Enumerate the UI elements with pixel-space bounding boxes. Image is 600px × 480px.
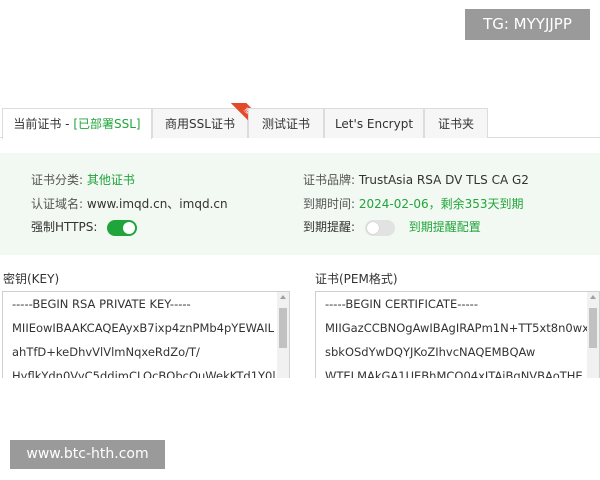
tab-current-cert[interactable]: 当前证书 - [已部署SSL] bbox=[2, 108, 152, 139]
key-scrollbar[interactable] bbox=[277, 292, 289, 380]
cert-line: MIIGazCCBNOgAwIBAgIRAPm1N+TT5xt8n0wx bbox=[325, 321, 589, 335]
cert-line: sbkOSdYwDQYJKoZIhvcNAQEMBQAw bbox=[325, 345, 536, 359]
cert-line: -----BEGIN CERTIFICATE----- bbox=[325, 297, 478, 311]
cert-expire-row: 到期时间: 2024-02-06，剩余353天到期 bbox=[303, 195, 524, 213]
expire-reminder-label: 到期提醒: bbox=[303, 220, 356, 234]
key-line: ahTfD+keDhvVlVlmNqxeRdZo/T/ bbox=[12, 345, 200, 359]
tab-commercial-ssl-label: 商用SSL证书 bbox=[165, 117, 235, 131]
cert-scroll-thumb[interactable] bbox=[589, 308, 597, 348]
tab-cert-folder[interactable]: 证书夹 bbox=[424, 108, 488, 138]
tab-test-cert-label: 测试证书 bbox=[261, 117, 310, 131]
cert-expire-value: 2024-02-06，剩余353天到期 bbox=[358, 197, 524, 211]
scroll-up-icon[interactable] bbox=[590, 295, 596, 299]
ssl-tab-bar: 当前证书 - [已部署SSL] 商用SSL证书 推荐 测试证书 Let's En… bbox=[0, 103, 600, 139]
key-line: MIIEowIBAAKCAQEAyxB7ixp4znPMb4pYEWAIL bbox=[12, 321, 274, 335]
cert-category-value: 其他证书 bbox=[86, 173, 135, 187]
reminder-config-link[interactable]: 到期提醒配置 bbox=[409, 220, 481, 234]
cert-expire-label: 到期时间: bbox=[303, 197, 356, 211]
tab-cert-folder-label: 证书夹 bbox=[437, 117, 474, 131]
key-textarea[interactable]: -----BEGIN RSA PRIVATE KEY----- MIIEowIB… bbox=[2, 291, 290, 381]
tab-commercial-ssl[interactable]: 商用SSL证书 推荐 bbox=[152, 103, 257, 138]
cert-info-panel: 证书分类: 其他证书 证书品牌: TrustAsia RSA DV TLS CA… bbox=[0, 153, 600, 255]
expire-reminder-toggle[interactable] bbox=[364, 219, 395, 236]
tab-test-cert[interactable]: 测试证书 bbox=[248, 108, 324, 138]
force-https-row: 强制HTTPS: bbox=[31, 218, 138, 236]
tab-lets-encrypt[interactable]: Let's Encrypt bbox=[324, 108, 424, 138]
force-https-label: 强制HTTPS: bbox=[31, 220, 98, 234]
cert-pem-textarea[interactable]: -----BEGIN CERTIFICATE----- MIIGazCCBNOg… bbox=[315, 291, 600, 381]
cert-brand-label: 证书品牌: bbox=[303, 173, 356, 187]
key-scroll-thumb[interactable] bbox=[279, 308, 287, 348]
force-https-toggle[interactable] bbox=[107, 219, 138, 236]
cert-brand-row: 证书品牌: TrustAsia RSA DV TLS CA G2 bbox=[303, 171, 529, 189]
tab-current-cert-label: 当前证书 - bbox=[13, 117, 74, 131]
cert-domain-value: www.imqd.cn、imqd.cn bbox=[86, 197, 228, 211]
cert-category-label: 证书分类: bbox=[31, 173, 84, 187]
expire-reminder-row: 到期提醒: 到期提醒配置 bbox=[303, 218, 481, 236]
deployed-status: [已部署SSL] bbox=[73, 117, 141, 131]
key-line: -----BEGIN RSA PRIVATE KEY----- bbox=[12, 297, 191, 311]
cert-pem-label: 证书(PEM格式) bbox=[315, 272, 398, 286]
cert-domain-row: 认证域名: www.imqd.cn、imqd.cn bbox=[31, 195, 228, 213]
cert-domain-label: 认证域名: bbox=[31, 197, 84, 211]
key-label: 密钥(KEY) bbox=[3, 272, 60, 286]
scroll-up-icon[interactable] bbox=[280, 295, 286, 299]
watermark-top: TG: MYYJJPP bbox=[465, 9, 590, 40]
cert-scrollbar[interactable] bbox=[587, 292, 599, 380]
cert-category-row: 证书分类: 其他证书 bbox=[31, 171, 135, 189]
cert-brand-value: TrustAsia RSA DV TLS CA G2 bbox=[358, 173, 529, 187]
watermark-bottom: www.btc-hth.com bbox=[10, 440, 165, 469]
tab-lets-encrypt-label: Let's Encrypt bbox=[334, 117, 414, 131]
